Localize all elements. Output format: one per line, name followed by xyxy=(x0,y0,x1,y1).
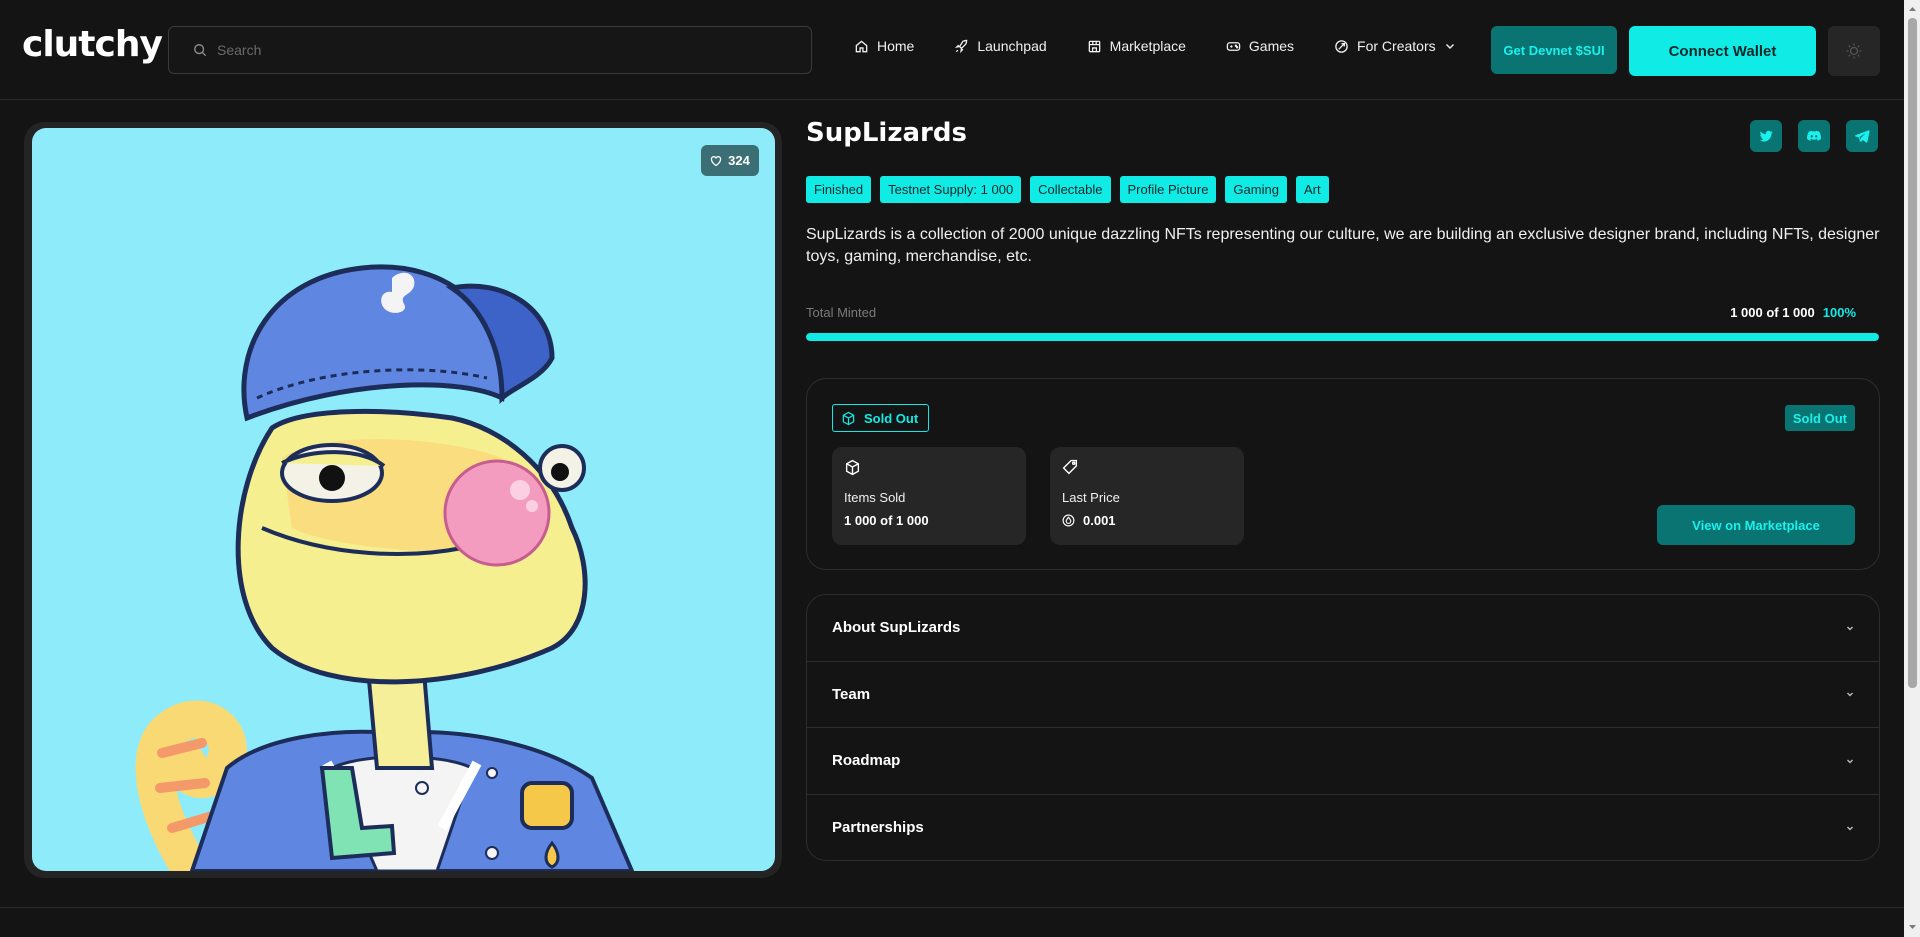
nav-launchpad[interactable]: Launchpad xyxy=(954,38,1047,54)
nav-for-creators[interactable]: For Creators xyxy=(1334,38,1456,54)
nav-launchpad-label: Launchpad xyxy=(977,38,1047,54)
tag-supply: Testnet Supply: 1 000 xyxy=(880,176,1022,203)
search-input[interactable] xyxy=(217,42,777,58)
scroll-up-arrow-icon[interactable] xyxy=(1908,4,1917,14)
telegram-icon xyxy=(1854,130,1870,143)
top-navbar: clutchy Home Launchpad Marketplace Games… xyxy=(0,0,1904,100)
last-price-card: Last Price 0.001 xyxy=(1050,447,1244,545)
box-icon xyxy=(842,411,855,425)
nav-games[interactable]: Games xyxy=(1226,38,1294,54)
twitter-icon xyxy=(1759,130,1773,142)
home-icon xyxy=(855,39,868,52)
sold-out-badge: Sold Out xyxy=(1784,405,1855,431)
mint-progress-fill xyxy=(806,333,1879,341)
sold-out-chip-label: Sold Out xyxy=(864,410,919,426)
sui-coin-icon xyxy=(1062,514,1075,527)
collection-description: SupLizards is a collection of 2000 uniqu… xyxy=(806,226,1880,265)
nav-home[interactable]: Home xyxy=(854,38,914,54)
clutchy-logo[interactable]: clutchy xyxy=(22,24,163,65)
minted-count-value: 1 000 of 1 000 xyxy=(1730,305,1815,320)
last-price-label: Last Price xyxy=(1062,490,1120,505)
collection-artwork xyxy=(32,128,775,871)
collection-title: SupLizards xyxy=(806,118,967,148)
items-sold-card: Items Sold 1 000 of 1 000 xyxy=(832,447,1026,545)
chevron-down-icon xyxy=(1847,692,1853,697)
tag-status: Finished xyxy=(806,176,872,203)
nav-marketplace[interactable]: Marketplace xyxy=(1087,38,1186,54)
accordion-about[interactable]: About SupLizards xyxy=(807,595,1879,662)
twitter-link[interactable] xyxy=(1750,120,1782,152)
gamepad-icon xyxy=(1226,41,1241,51)
last-price-value-row: 0.001 xyxy=(1062,513,1232,528)
sold-out-chip: Sold Out xyxy=(832,404,930,432)
nav-games-label: Games xyxy=(1248,38,1295,54)
page-scrollbar-thumb[interactable] xyxy=(1908,18,1917,688)
sale-status-card: Sold Out Sold Out Items Sold 1 000 of 1 … xyxy=(806,378,1880,570)
search-icon xyxy=(194,44,207,57)
like-button[interactable]: 324 xyxy=(701,145,759,176)
mint-progress-bar xyxy=(806,333,1879,341)
total-minted-label: Total Minted xyxy=(806,305,877,320)
accordion-roadmap-title: Roadmap xyxy=(832,752,901,770)
collection-details-accordion: About SupLizards Team Roadmap Partnershi… xyxy=(806,594,1880,861)
nav-home-label: Home xyxy=(877,38,915,54)
nav-for-creators-label: For Creators xyxy=(1357,38,1436,54)
chevron-down-icon xyxy=(1847,759,1853,764)
box-icon xyxy=(845,459,860,476)
nav-marketplace-label: Marketplace xyxy=(1109,38,1186,54)
minted-percent: 100% xyxy=(1822,305,1856,320)
get-devnet-sui-button[interactable]: Get Devnet $SUI xyxy=(1491,26,1617,74)
main-nav: Home Launchpad Marketplace Games For Cre… xyxy=(854,38,1456,54)
heart-icon xyxy=(710,155,722,166)
lizard-illustration xyxy=(135,264,635,871)
connect-wallet-button[interactable]: Connect Wallet xyxy=(1629,26,1816,76)
tag-art: Art xyxy=(1295,176,1329,203)
accordion-roadmap[interactable]: Roadmap xyxy=(807,728,1879,795)
accordion-team-title: Team xyxy=(832,685,871,703)
telegram-link[interactable] xyxy=(1846,120,1878,152)
accordion-partnerships-title: Partnerships xyxy=(832,819,924,837)
discord-link[interactable] xyxy=(1798,120,1830,152)
accordion-about-title: About SupLizards xyxy=(832,619,961,637)
items-sold-label: Items Sold xyxy=(844,490,906,505)
items-sold-value: 1 000 of 1 000 xyxy=(844,513,929,528)
tag-gaming: Gaming xyxy=(1225,176,1287,203)
footer-divider xyxy=(0,907,1904,908)
theme-toggle-button[interactable] xyxy=(1828,26,1880,76)
sun-icon xyxy=(1846,43,1862,59)
minted-count: 1 000 of 1 000 100% xyxy=(1730,305,1856,320)
tag-profile-picture: Profile Picture xyxy=(1119,176,1217,203)
store-icon xyxy=(1088,40,1100,52)
price-tag-icon xyxy=(1062,459,1078,475)
accordion-team[interactable]: Team xyxy=(807,662,1879,728)
last-price-value: 0.001 xyxy=(1083,513,1116,528)
search-box[interactable] xyxy=(168,26,812,74)
rocket-icon xyxy=(955,39,968,53)
collection-tags: Finished Testnet Supply: 1 000 Collectab… xyxy=(806,176,1329,203)
view-on-marketplace-button[interactable]: View on Marketplace xyxy=(1657,505,1855,545)
creators-icon xyxy=(1335,39,1348,53)
tag-collectable: Collectable xyxy=(1030,176,1111,203)
chevron-down-icon xyxy=(1847,626,1853,631)
chevron-down-icon xyxy=(1847,826,1853,831)
chevron-down-icon xyxy=(1445,44,1454,49)
accordion-partnerships[interactable]: Partnerships xyxy=(807,795,1879,861)
like-count: 324 xyxy=(728,153,750,168)
discord-icon xyxy=(1807,130,1821,141)
scroll-down-arrow-icon[interactable] xyxy=(1908,922,1917,932)
